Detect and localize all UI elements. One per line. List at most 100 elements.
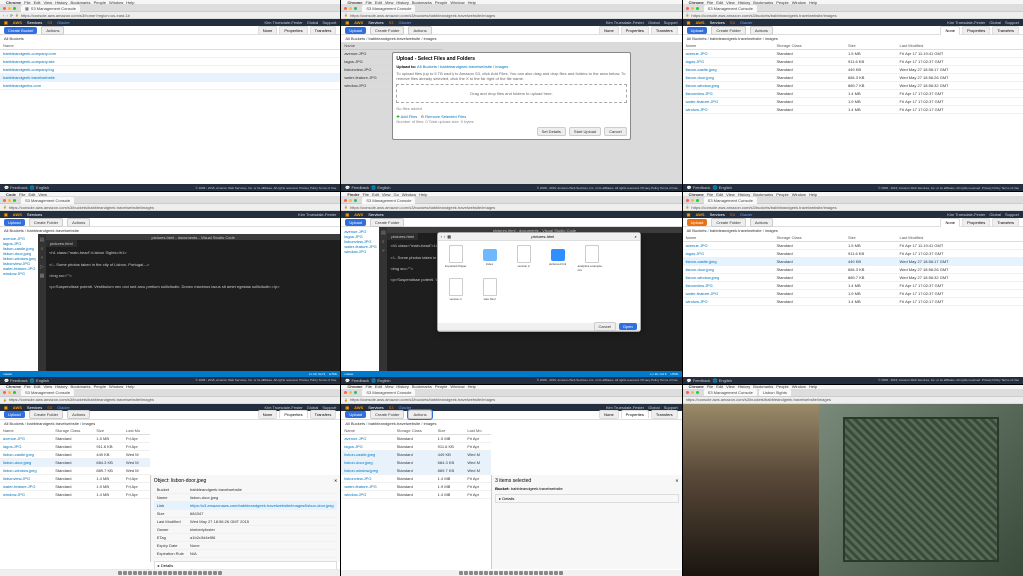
bucket-link[interactable]: babbleandgeek.company.site	[0, 58, 340, 66]
buckets-table: Name babbleandgeek.company.com babbleand…	[0, 42, 340, 90]
editor-tab[interactable]: pictures.html	[46, 240, 77, 247]
activitybar: ▤ ⌕ ⑂ ▷ ▦	[38, 234, 46, 370]
aws-cube-icon[interactable]: ▣	[4, 20, 8, 25]
menu-item[interactable]: Edit	[34, 0, 41, 5]
support-menu[interactable]: Support	[322, 20, 336, 25]
services-menu[interactable]: Services	[27, 20, 42, 25]
aws-favicon-icon: ▦	[25, 6, 29, 11]
reload-icon[interactable]: ⟳	[10, 13, 13, 18]
modal-title: Upload - Select Files and Folders	[396, 56, 626, 62]
bucket-link[interactable]: babbleandgeek.company.log	[0, 66, 340, 74]
git-icon[interactable]: ⑂	[40, 255, 43, 261]
finder-body: Important Paper index version 2 pictures…	[438, 241, 640, 322]
user-menu[interactable]: Kim Truesdale-Fester	[265, 20, 303, 25]
aws-logo[interactable]: AWS	[13, 20, 22, 25]
cancel-button[interactable]: Cancel	[604, 127, 626, 136]
upload-button[interactable]: Upload	[345, 27, 366, 34]
file-item[interactable]: version-1	[442, 278, 470, 301]
pin-s3[interactable]: S3	[47, 20, 52, 25]
bucket-link[interactable]: babbleandgeek.travelwebsite	[0, 74, 340, 82]
globe-icon[interactable]: 🌐	[30, 185, 35, 190]
table-row[interactable]: lisbon-door.jpegStandard684.3 KBWed May …	[683, 74, 1023, 82]
dock[interactable]	[0, 570, 340, 576]
panel-3-objects-list: ChromeFileEditViewHistoryBookmarksPeople…	[683, 0, 1023, 191]
menu-item[interactable]: View	[43, 0, 52, 5]
image-preview	[683, 404, 1023, 576]
section-details[interactable]: ▸ Details	[154, 561, 338, 569]
url-bar[interactable]: ‹›⟳ 🔒 https://console.aws.amazon.com/s3/…	[0, 12, 340, 19]
fwd-icon[interactable]: ›	[6, 13, 7, 18]
bucket-link[interactable]: babbleandgeeks.com	[0, 82, 340, 90]
table-row[interactable]: lisbon-castle.jpegStandard449 KBWed May …	[683, 66, 1023, 74]
actions-button[interactable]: Actions	[41, 26, 64, 35]
table-row[interactable]: avenue.JPGStandard1.5 MBFri Apr 17 11:19…	[683, 50, 1023, 58]
table-row[interactable]: lisbonview.JPGStandard1.4 MBFri Apr 17 1…	[683, 90, 1023, 98]
fwd-icon[interactable]: ›	[444, 234, 445, 239]
tab-transfers[interactable]: Transfers	[310, 26, 337, 35]
properties-pane: Object: lisbon-door.jpeg ✕ Bucketbabblea…	[150, 475, 341, 562]
table-row[interactable]: lagos.JPGStandard911.6 KBFri Apr 17 17:0…	[683, 58, 1023, 66]
menu-item[interactable]: Bookmarks	[71, 0, 91, 5]
app-name: Chrome	[6, 0, 21, 5]
file-item[interactable]: version 2	[510, 245, 538, 272]
start-upload-button[interactable]: Start Upload	[569, 127, 601, 136]
object-link[interactable]: https://s3.amazonaws.com/babbleandgeek.t…	[187, 501, 337, 509]
close-icon[interactable]: ✕	[675, 478, 678, 483]
close-icon[interactable]: ✕	[334, 478, 337, 483]
panel-9-image-preview: ChromeFileEditViewHistoryBookmarksPeople…	[683, 385, 1023, 576]
folder-item[interactable]: index	[476, 245, 504, 272]
table-row[interactable]: window.JPGStandard1.4 MBFri Apr 17 17:02…	[683, 106, 1023, 114]
photo-alley	[683, 404, 819, 576]
files-icon[interactable]: ▤	[40, 237, 45, 243]
create-folder-button[interactable]: Create Folder	[370, 26, 404, 35]
pin-glacier[interactable]: Glacier	[57, 20, 70, 25]
ext-icon[interactable]: ▦	[40, 273, 45, 279]
set-details-button[interactable]: Set Details	[537, 127, 566, 136]
url-text: https://console.aws.amazon.com/s3/home?r…	[21, 13, 338, 18]
table-row[interactable]: lisbon-window.jpegStandard889.7 KBWed Ma…	[683, 82, 1023, 90]
search-icon[interactable]: ⌕	[41, 246, 44, 252]
menu-item[interactable]: History	[55, 0, 67, 5]
bucket-link[interactable]: babbleandgeek.company.com	[0, 50, 340, 58]
panel-2-upload-modal: ChromeFileEditViewHistoryBookmarksPeople…	[341, 0, 681, 191]
finder-toolbar: ‹› ▦ pictures-html ⌕	[438, 233, 640, 241]
panel-5-vscode-finder: FinderFileEditViewGoWindowHelp S3 Manage…	[341, 192, 681, 383]
tab-properties[interactable]: Properties	[279, 26, 307, 35]
legal-text: © 2008 - 2015, Amazon Web Services, Inc.…	[196, 186, 337, 190]
menu-item[interactable]: People	[94, 0, 106, 5]
vscode-window: avenue.JPG lagos.JPG lisbon-castle.jpeg …	[0, 234, 340, 370]
folder-item[interactable]: pictures-html	[544, 245, 572, 272]
file-item[interactable]: analytics-example-csv	[578, 245, 606, 272]
dropzone[interactable]: Drag and drop files and folders to uploa…	[396, 84, 626, 103]
hint-text: To upload files (up to 5 TB each) to Ama…	[396, 71, 626, 81]
panel-4-vscode-s3-split: CodeFileEditView S3 Management Console 🔒…	[0, 192, 340, 383]
file-item[interactable]: Important Paper	[442, 245, 470, 272]
tab-none[interactable]: None	[258, 26, 278, 35]
menu-item[interactable]: File	[24, 0, 30, 5]
pane-title: 3 items selected	[495, 478, 679, 484]
create-bucket-button[interactable]: Create Bucket	[4, 27, 37, 34]
code-editor[interactable]: <h1 class="main-head">Lisbon Sights</h1>…	[46, 247, 340, 370]
s3-toolbar: Create Bucket Actions None Properties Tr…	[0, 26, 340, 35]
menu-item[interactable]: Help	[126, 0, 134, 5]
back-icon[interactable]: ‹	[3, 13, 4, 18]
selection-pane: 3 items selected ✕ Bucket: babbleandgeek…	[491, 475, 682, 569]
search-icon[interactable]: ⌕	[635, 234, 637, 239]
region-menu[interactable]: Global	[307, 20, 319, 25]
file-item[interactable]: wire.html	[476, 278, 504, 301]
menu-item[interactable]: Window	[109, 0, 123, 5]
s3-sidebar: avenue.JPG lagos.JPG lisbon-castle.jpeg …	[0, 234, 38, 370]
debug-icon[interactable]: ▷	[40, 264, 44, 270]
back-icon[interactable]: ‹	[441, 234, 442, 239]
open-button[interactable]: Open	[619, 323, 637, 330]
browser-tab[interactable]: ▦S3 Management Console	[21, 5, 80, 12]
panel-7-object-properties: ChromeFileEditViewHistoryBookmarksPeople…	[0, 385, 340, 576]
finder-window[interactable]: ‹› ▦ pictures-html ⌕ Important Paper ind…	[437, 232, 641, 331]
col-name[interactable]: Name	[0, 42, 340, 50]
table-row[interactable]: water-feature.JPGStandard1.9 MBFri Apr 1…	[683, 98, 1023, 106]
dock[interactable]	[341, 570, 681, 576]
cancel-button[interactable]: Cancel	[594, 322, 616, 331]
view-icon[interactable]: ▦	[447, 234, 451, 239]
section-details[interactable]: ▸ Details	[495, 494, 679, 503]
feedback-icon[interactable]: 💬	[4, 185, 9, 190]
